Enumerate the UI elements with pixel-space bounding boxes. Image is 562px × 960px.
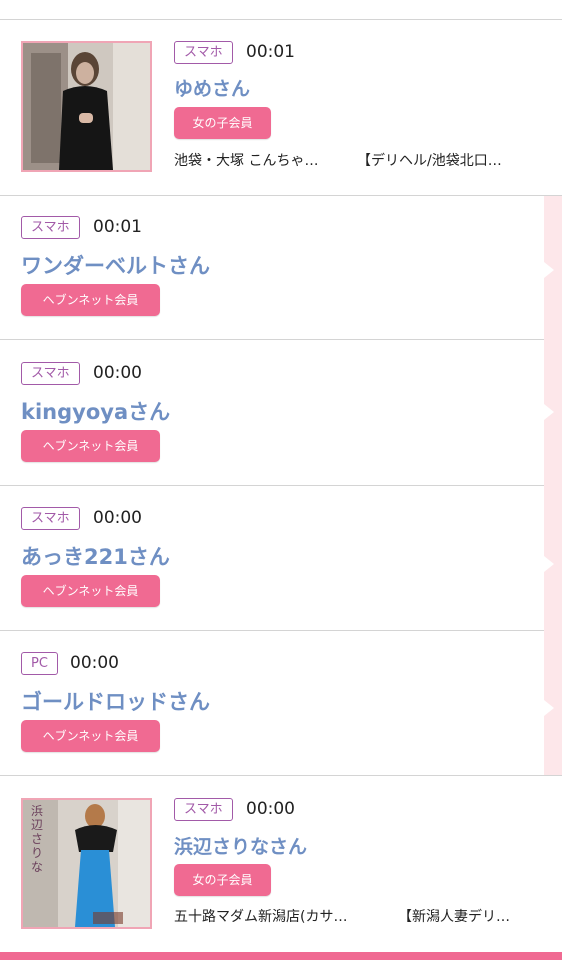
side-notch xyxy=(544,262,554,278)
shop-name[interactable]: 池袋・大塚 こんちゃ… xyxy=(174,150,318,170)
bottom-bar xyxy=(0,952,562,960)
list-item[interactable]: 浜辺さりな スマホ 00:00 浜辺さりなさん 女の子会員 五十路マダム新潟店(… xyxy=(0,776,562,952)
photo-caption: 浜辺さりな xyxy=(31,804,44,874)
list-item[interactable]: スマホ 00:00 kingyoyaさん ヘブンネット会員 xyxy=(0,340,544,485)
list-item[interactable]: スマホ 00:00 あっき221さん ヘブンネット会員 xyxy=(0,486,544,630)
device-tag: スマホ xyxy=(174,41,233,64)
access-time: 00:00 xyxy=(93,508,142,528)
user-name[interactable]: 浜辺さりなさん xyxy=(174,832,307,859)
device-tag: PC xyxy=(21,652,58,675)
access-time: 00:01 xyxy=(93,217,142,237)
access-time: 00:00 xyxy=(246,799,295,819)
member-badge: ヘブンネット会員 xyxy=(21,720,160,752)
member-badge: ヘブンネット会員 xyxy=(21,284,160,316)
member-badge: 女の子会員 xyxy=(174,107,271,139)
woman-black-dress-image xyxy=(23,43,150,170)
side-notch xyxy=(544,700,554,716)
user-name[interactable]: kingyoyaさん xyxy=(21,396,170,426)
shop-category[interactable]: 【新潟人妻デリ… xyxy=(398,906,510,926)
user-name[interactable]: あっき221さん xyxy=(21,541,170,571)
shop-category[interactable]: 【デリヘル/池袋北口… xyxy=(357,150,502,170)
user-name[interactable]: ワンダーベルトさん xyxy=(21,250,210,280)
list-item[interactable]: スマホ 00:01 ワンダーベルトさん ヘブンネット会員 xyxy=(0,196,544,339)
device-tag: スマホ xyxy=(21,507,80,530)
member-badge: ヘブンネット会員 xyxy=(21,430,160,462)
device-tag: スマホ xyxy=(21,216,80,239)
user-name[interactable]: ゴールドロッドさん xyxy=(21,686,210,716)
access-time: 00:00 xyxy=(70,653,119,673)
profile-photo[interactable] xyxy=(21,41,152,172)
list-item[interactable]: PC 00:00 ゴールドロッドさん ヘブンネット会員 xyxy=(0,631,544,775)
access-time: 00:00 xyxy=(93,363,142,383)
list-item[interactable]: スマホ 00:01 ゆめさん 女の子会員 池袋・大塚 こんちゃ… 【デリヘル/池… xyxy=(0,20,562,195)
device-tag: スマホ xyxy=(174,798,233,821)
device-tag: スマホ xyxy=(21,362,80,385)
user-name[interactable]: ゆめさん xyxy=(174,74,250,101)
profile-photo[interactable]: 浜辺さりな xyxy=(21,798,152,929)
access-time: 00:01 xyxy=(246,42,295,62)
side-notch xyxy=(544,556,554,572)
side-notch xyxy=(544,404,554,420)
shop-name[interactable]: 五十路マダム新潟店(カサ… xyxy=(174,906,347,926)
side-strip xyxy=(544,196,562,776)
member-badge: 女の子会員 xyxy=(174,864,271,896)
member-badge: ヘブンネット会員 xyxy=(21,575,160,607)
